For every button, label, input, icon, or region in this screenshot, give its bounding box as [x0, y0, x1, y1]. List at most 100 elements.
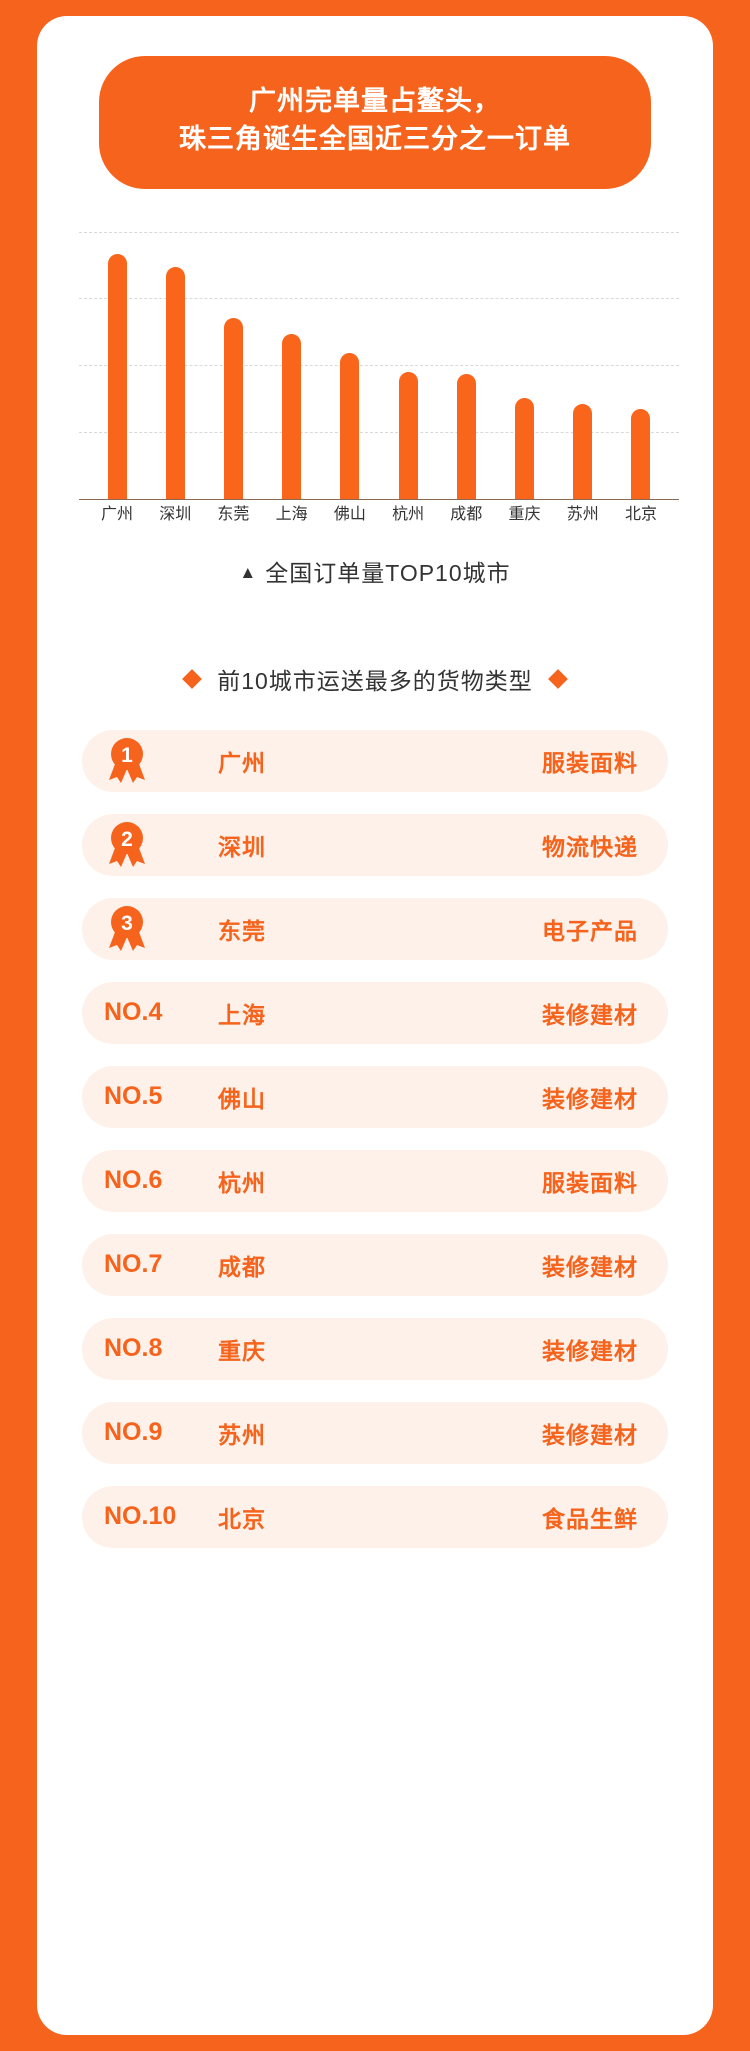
- chart-x-axis-labels: 广州 深圳 东莞 上海 佛山 杭州 成都 重庆 苏州 北京: [79, 502, 679, 528]
- bar: [340, 352, 360, 500]
- city-label: 苏州: [218, 1421, 266, 1448]
- list-item[interactable]: 1 广州 服装面料: [82, 729, 668, 792]
- bar: [398, 371, 418, 500]
- rank-cell: NO.7: [104, 1250, 208, 1279]
- x-axis-label: 杭州: [392, 505, 425, 523]
- bar-column: [442, 233, 490, 500]
- cargo-type-label: 电子产品: [542, 917, 638, 944]
- bar: [573, 403, 593, 500]
- cargo-type-label: 服装面料: [542, 1169, 638, 1196]
- rank-cell: 1: [104, 736, 208, 786]
- bar-column: [326, 233, 374, 500]
- bar-column: [151, 233, 199, 500]
- rank-label: NO.6: [104, 1166, 163, 1195]
- list-item[interactable]: NO.9 苏州 装修建材: [82, 1401, 668, 1464]
- title-line-2: 珠三角诞生全国近三分之一订单: [179, 124, 571, 155]
- bar: [282, 334, 302, 500]
- list-item[interactable]: 3 东莞 电子产品: [82, 897, 668, 960]
- bar: [456, 374, 476, 500]
- cargo-type-label: 物流快递: [542, 833, 638, 860]
- bar: [165, 267, 185, 500]
- chart-axis-line: [79, 498, 679, 500]
- rank-cell: NO.6: [104, 1166, 208, 1195]
- city-label: 佛山: [218, 1085, 266, 1112]
- city-label: 东莞: [218, 917, 266, 944]
- chart-bars: [79, 233, 679, 500]
- bar-column: [268, 233, 316, 500]
- cargo-type-label: 服装面料: [542, 749, 638, 776]
- bar-column: [384, 233, 432, 500]
- bar-chart: 广州 深圳 东莞 上海 佛山 杭州 成都 重庆 苏州 北京: [71, 231, 679, 528]
- x-axis-label: 佛山: [333, 505, 366, 523]
- diamond-right-icon: [547, 668, 568, 689]
- bar-column: [559, 233, 607, 500]
- rank-label: NO.8: [104, 1334, 163, 1363]
- bar-column: [93, 233, 141, 500]
- section-heading: 前10城市运送最多的货物类型: [37, 662, 713, 696]
- cargo-type-label: 装修建材: [542, 1337, 638, 1364]
- ranking-list: 1 广州 服装面料 2 深圳 物流快递 3 东莞 电子产品 NO.4 上海 装修建材 NO.5 佛山 装修建…: [37, 729, 713, 1548]
- svg-text:2: 2: [121, 828, 133, 851]
- bar: [631, 408, 651, 500]
- list-item[interactable]: NO.8 重庆 装修建材: [82, 1317, 668, 1380]
- list-item[interactable]: NO.6 杭州 服装面料: [82, 1149, 668, 1212]
- city-label: 北京: [218, 1505, 266, 1532]
- list-item[interactable]: NO.4 上海 装修建材: [82, 981, 668, 1044]
- x-axis-label: 东莞: [217, 505, 250, 523]
- x-axis-label: 苏州: [566, 505, 599, 523]
- rank-cell: NO.10: [104, 1502, 208, 1531]
- title-banner-container: 广州完单量占鳌头， 珠三角诞生全国近三分之一订单: [37, 16, 713, 189]
- x-axis-label: 重庆: [508, 505, 541, 523]
- title-banner: 广州完单量占鳌头， 珠三角诞生全国近三分之一订单: [99, 56, 651, 189]
- chart-caption: ▲ 全国订单量TOP10城市: [71, 554, 679, 588]
- city-label: 重庆: [218, 1337, 266, 1364]
- medal-3-icon: 3: [109, 905, 145, 951]
- rank-label: NO.7: [104, 1250, 163, 1279]
- city-label: 广州: [218, 749, 266, 776]
- city-label: 上海: [218, 1001, 266, 1028]
- chart-caption-text: 全国订单量TOP10城市: [265, 559, 511, 586]
- bar-column: [617, 233, 665, 500]
- city-label: 成都: [218, 1253, 266, 1280]
- city-label: 深圳: [218, 833, 266, 860]
- diamond-left-icon: [182, 668, 203, 689]
- rank-label: NO.9: [104, 1418, 163, 1447]
- x-axis-label: 深圳: [159, 505, 192, 523]
- triangle-up-icon: ▲: [239, 562, 258, 582]
- cargo-type-label: 装修建材: [542, 1085, 638, 1112]
- rank-cell: 3: [104, 904, 208, 954]
- cargo-type-label: 装修建材: [542, 1253, 638, 1280]
- x-axis-label: 北京: [624, 505, 657, 523]
- list-item[interactable]: NO.10 北京 食品生鲜: [82, 1485, 668, 1548]
- title-line-1: 广州完单量占鳌头，: [249, 86, 501, 116]
- svg-text:1: 1: [121, 744, 133, 767]
- x-axis-label: 上海: [275, 505, 308, 523]
- rank-cell: NO.5: [104, 1082, 208, 1111]
- bar-column: [501, 233, 549, 500]
- cargo-type-label: 装修建材: [542, 1421, 638, 1448]
- x-axis-label: 广州: [100, 505, 133, 523]
- rank-label: NO.5: [104, 1082, 163, 1111]
- medal-1-icon: 1: [109, 737, 145, 783]
- rank-label: NO.10: [104, 1502, 177, 1531]
- bar: [223, 318, 243, 500]
- infographic-card: 广州完单量占鳌头， 珠三角诞生全国近三分之一订单 广州 深圳 东莞 上海 佛山 杭州 成都重…: [37, 16, 713, 2035]
- list-item[interactable]: NO.7 成都 装修建材: [82, 1233, 668, 1296]
- rank-cell: NO.9: [104, 1418, 208, 1447]
- rank-cell: NO.8: [104, 1334, 208, 1363]
- list-item[interactable]: NO.5 佛山 装修建材: [82, 1065, 668, 1128]
- medal-2-icon: 2: [109, 821, 145, 867]
- bar-column: [209, 233, 257, 500]
- cargo-type-label: 食品生鲜: [542, 1505, 638, 1532]
- rank-cell: NO.4: [104, 998, 208, 1027]
- svg-text:3: 3: [121, 912, 133, 935]
- section-heading-text: 前10城市运送最多的货物类型: [217, 667, 533, 694]
- chart-block: 广州 深圳 东莞 上海 佛山 杭州 成都 重庆 苏州 北京 ▲ 全国订单量TOP10城市: [37, 189, 713, 588]
- cargo-type-label: 装修建材: [542, 1001, 638, 1028]
- bar: [515, 398, 535, 500]
- list-item[interactable]: 2 深圳 物流快递: [82, 813, 668, 876]
- city-label: 杭州: [218, 1169, 266, 1196]
- bar: [107, 254, 127, 500]
- x-axis-label: 成都: [450, 505, 483, 523]
- rank-cell: 2: [104, 820, 208, 870]
